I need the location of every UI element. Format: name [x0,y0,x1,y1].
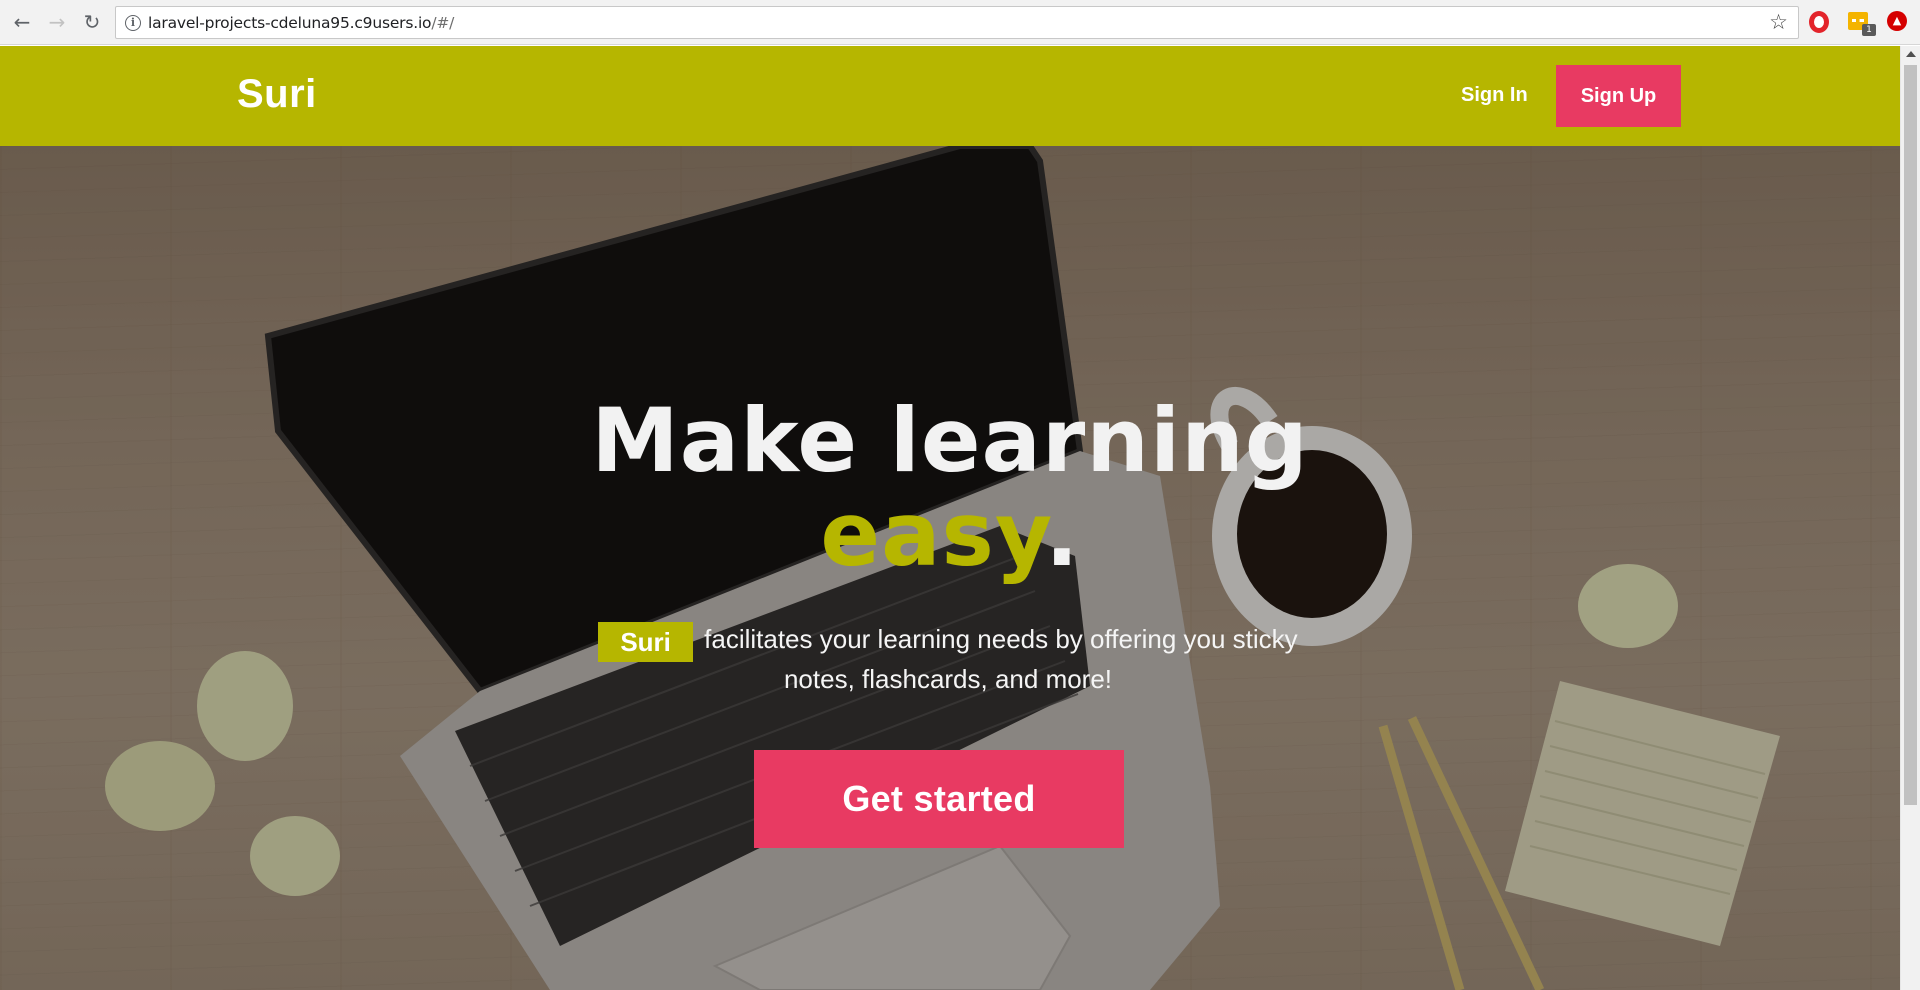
page-viewport: Suri Sign In Sign Up Make learning easy.… [0,46,1900,990]
red-extension-icon[interactable]: ▲ [1887,11,1909,33]
hero-section: Make learning easy. Suri facilitates you… [0,146,1900,990]
sign-in-link[interactable]: Sign In [1461,84,1528,107]
hero-headline: Make learning easy. [0,394,1900,582]
browser-toolbar: ← → ↻ i laravel-projects-cdeluna95.c9use… [0,0,1920,45]
scroll-thumb[interactable] [1904,65,1917,805]
headline-line1: Make learning [591,389,1309,492]
brand-pill: Suri [598,622,693,662]
address-bar[interactable]: i laravel-projects-cdeluna95.c9users.io/… [115,6,1799,39]
url-host: laravel-projects-cdeluna95.c9users.io [148,14,432,32]
url-path: /#/ [431,14,455,32]
headline-accent: easy [820,483,1046,586]
get-started-button[interactable]: Get started [754,750,1124,848]
scroll-up-arrow[interactable] [1906,51,1916,57]
star-icon[interactable]: ☆ [1769,10,1788,34]
arrow-left-icon[interactable]: ← [8,8,36,36]
brand-logo[interactable]: Suri [237,72,317,117]
tagline-text: facilitates your learning needs by offer… [704,624,1298,694]
opera-extension-icon[interactable] [1809,11,1831,33]
navbar: Suri Sign In Sign Up [0,46,1900,146]
info-icon[interactable]: i [125,15,141,31]
sign-up-button[interactable]: Sign Up [1556,65,1681,127]
hero-tagline: Suri facilitates your learning needs by … [598,622,1298,696]
extension-badge: 1 [1862,24,1876,36]
url-text[interactable]: laravel-projects-cdeluna95.c9users.io/#/ [148,14,454,32]
headline-period: . [1045,483,1080,586]
sticky-note-extension-icon[interactable]: 1 [1848,12,1876,36]
page-scrollbar[interactable] [1900,46,1920,990]
arrow-right-icon[interactable]: → [43,8,71,36]
reload-icon[interactable]: ↻ [78,8,106,36]
